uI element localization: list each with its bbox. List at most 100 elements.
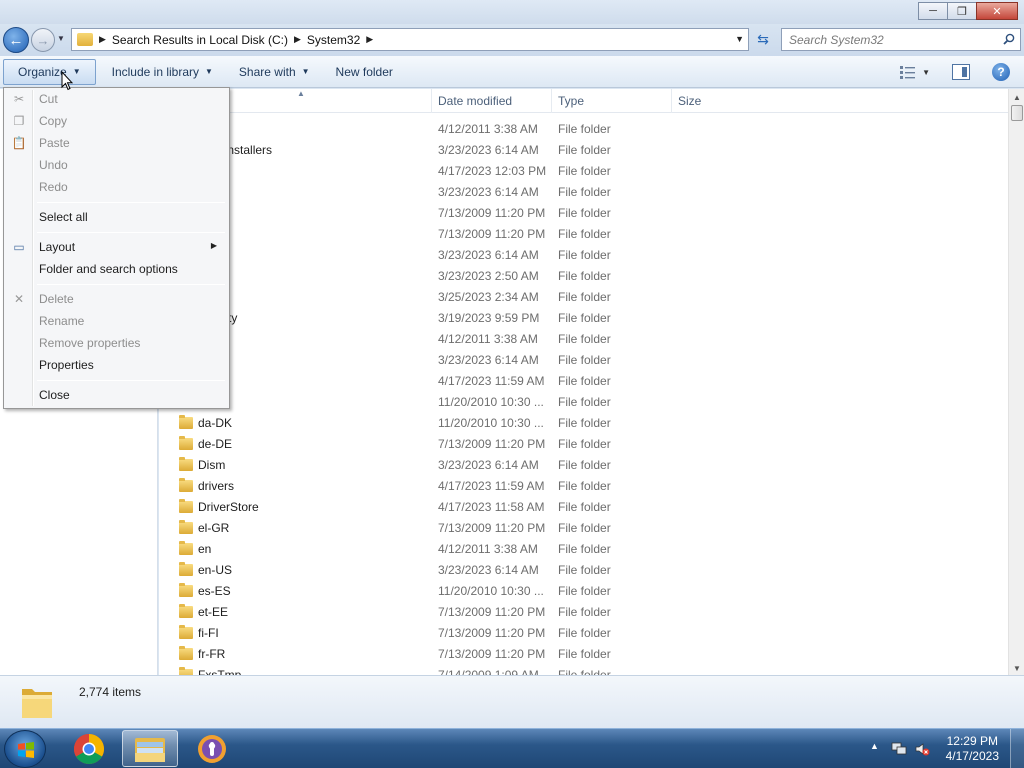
back-button[interactable]: ← <box>3 27 29 53</box>
menu-item-paste[interactable]: 📋 Paste <box>6 132 227 154</box>
explorer-icon <box>135 737 165 762</box>
command-bar: Organize ▼ Include in library ▼ Share wi… <box>0 56 1024 88</box>
row-type: File folder <box>558 227 611 241</box>
organize-button[interactable]: Organize ▼ <box>3 58 96 85</box>
new-folder-button[interactable]: New folder <box>326 59 403 85</box>
row-name: de-DE <box>198 437 233 451</box>
breadcrumb-separator-icon[interactable]: ▶ <box>294 34 301 45</box>
breadcrumb-system32[interactable]: System32 <box>307 33 360 47</box>
start-button[interactable] <box>4 730 46 768</box>
search-input[interactable] <box>782 32 992 47</box>
include-in-library-button[interactable]: Include in library ▼ <box>102 59 223 85</box>
menu-item-cut[interactable]: ✂ Cut <box>6 88 227 110</box>
change-view-icon[interactable] <box>898 64 918 80</box>
row-date-modified: 4/17/2023 11:58 AM <box>438 500 545 514</box>
menu-item-label: Undo <box>39 158 68 172</box>
table-row[interactable]: fr-FR 7/13/2009 11:20 PM File folder <box>159 644 1009 665</box>
address-bar[interactable]: ▶ Search Results in Local Disk (C:) ▶ Sy… <box>71 28 749 51</box>
breadcrumb-search-results[interactable]: Search Results in Local Disk (C:) <box>112 33 288 47</box>
table-row[interactable]: 3/23/2023 6:14 AM File folder <box>159 245 1009 266</box>
network-icon[interactable] <box>891 741 907 757</box>
folder-icon <box>179 583 193 597</box>
menu-item-layout[interactable]: ▭ Layout ▶ <box>6 236 227 258</box>
folder-icon <box>179 499 193 513</box>
menu-item-delete[interactable]: ✕ Delete <box>6 288 227 310</box>
scroll-down-icon[interactable]: ▼ <box>1013 664 1021 673</box>
menu-item-rename[interactable]: Rename <box>6 310 227 332</box>
table-row[interactable]: 7/13/2009 11:20 PM File folder <box>159 203 1009 224</box>
volume-muted-icon[interactable] <box>914 741 930 757</box>
table-row[interactable]: el-GR 7/13/2009 11:20 PM File folder <box>159 518 1009 539</box>
menu-item-properties[interactable]: Properties <box>6 354 227 376</box>
table-row[interactable]: 11/20/2010 10:30 ... File folder <box>159 392 1009 413</box>
maximize-button[interactable]: ❐ <box>947 2 977 20</box>
menu-item-label: Close <box>39 388 70 402</box>
taskbar-explorer[interactable] <box>122 730 178 767</box>
table-row[interactable]: en 4/12/2011 3:38 AM File folder <box>159 539 1009 560</box>
row-date-modified: 4/12/2011 3:38 AM <box>438 122 538 136</box>
search-icon[interactable] <box>1003 33 1015 45</box>
scroll-thumb[interactable] <box>1011 105 1023 121</box>
table-row[interactable]: de-DE 7/13/2009 11:20 PM File folder <box>159 434 1009 455</box>
folder-icon <box>179 646 193 660</box>
table-row[interactable]: drivers 4/17/2023 11:59 AM File folder <box>159 476 1009 497</box>
recent-pages-dropdown[interactable]: ▼ <box>57 34 65 43</box>
menu-item-remove-properties[interactable]: Remove properties <box>6 332 227 354</box>
menu-separator <box>37 380 225 381</box>
clock[interactable]: 12:29 PM 4/17/2023 <box>946 734 999 764</box>
vertical-scrollbar[interactable]: ▲ ▼ <box>1008 89 1024 675</box>
menu-item-undo[interactable]: Undo <box>6 154 227 176</box>
table-row[interactable]: fi-FI 7/13/2009 11:20 PM File folder <box>159 623 1009 644</box>
menu-item-folder-options[interactable]: Folder and search options <box>6 258 227 280</box>
share-with-button[interactable]: Share with ▼ <box>229 59 320 85</box>
table-row[interactable]: g4/17/2023 11:59 AMFile folder <box>159 371 1009 392</box>
windows-logo-icon <box>18 742 34 758</box>
scroll-up-icon[interactable]: ▲ <box>1013 93 1021 102</box>
menu-item-copy[interactable]: ❐ Copy <box>6 110 227 132</box>
table-row[interactable]: S7/13/2009 11:20 PMFile folder <box>159 224 1009 245</box>
address-dropdown-icon[interactable]: ▼ <box>735 34 744 44</box>
table-row[interactable]: 4/12/2011 3:38 AM File folder <box>159 119 1009 140</box>
help-icon[interactable]: ? <box>992 63 1010 81</box>
table-row[interactable]: ot23/25/2023 2:34 AMFile folder <box>159 287 1009 308</box>
table-row[interactable]: ntegrity3/19/2023 9:59 PMFile folder <box>159 308 1009 329</box>
show-desktop-button[interactable] <box>1010 729 1024 768</box>
preview-pane-icon[interactable] <box>952 64 970 80</box>
column-date-modified[interactable]: Date modified <box>431 89 551 113</box>
breadcrumb-separator-icon[interactable]: ▶ <box>99 34 106 45</box>
menu-item-redo[interactable]: Redo <box>6 176 227 198</box>
row-date-modified: 4/12/2011 3:38 AM <box>438 332 538 346</box>
chrome-icon <box>73 733 105 764</box>
column-type[interactable]: Type <box>551 89 671 113</box>
row-type: File folder <box>558 458 611 472</box>
view-options-chevron-icon[interactable]: ▼ <box>922 68 930 77</box>
refresh-icon[interactable]: ⇆ <box>752 28 774 51</box>
column-size[interactable]: Size <box>671 89 751 113</box>
forward-button[interactable]: → <box>31 28 55 52</box>
row-type: File folder <box>558 122 611 136</box>
table-row[interactable]: et-EE 7/13/2009 11:20 PM File folder <box>159 602 1009 623</box>
folder-icon <box>179 478 193 492</box>
menu-item-close[interactable]: Close <box>6 384 227 406</box>
table-row[interactable]: FxsTmp 7/14/2009 1:09 AM File folder <box>159 665 1009 675</box>
breadcrumb-separator-icon[interactable]: ▶ <box>366 34 373 45</box>
table-row[interactable]: ncedInstallers 3/23/2023 6:14 AM File fold… <box>159 140 1009 161</box>
table-row[interactable]: DriverStore 4/17/2023 11:58 AM File folder <box>159 497 1009 518</box>
taskbar-chrome[interactable] <box>61 730 117 767</box>
folder-icon <box>179 520 193 534</box>
table-row[interactable]: da-DK 11/20/2010 10:30 ... File folder <box>159 413 1009 434</box>
table-row[interactable]: es-ES 11/20/2010 10:30 ... File folder <box>159 581 1009 602</box>
menu-item-select-all[interactable]: Select all <box>6 206 227 228</box>
table-row[interactable]: atTel3/23/2023 6:14 AMFile folder <box>159 350 1009 371</box>
taskbar-app[interactable] <box>184 730 240 767</box>
table-row[interactable]: ot3/23/2023 2:50 AMFile folder <box>159 266 1009 287</box>
close-button[interactable]: ✕ <box>976 2 1018 20</box>
table-row[interactable]: en-US 3/23/2023 6:14 AM File folder <box>159 560 1009 581</box>
minimize-button[interactable]: ─ <box>918 2 948 20</box>
table-row[interactable]: 4/12/2011 3:38 AM File folder <box>159 329 1009 350</box>
table-row[interactable]: Dism 3/23/2023 6:14 AM File folder <box>159 455 1009 476</box>
table-row[interactable]: gmt4/17/2023 12:03 PMFile folder <box>159 161 1009 182</box>
row-date-modified: 7/13/2009 11:20 PM <box>438 437 546 451</box>
table-row[interactable]: iser3/23/2023 6:14 AMFile folder <box>159 182 1009 203</box>
show-hidden-icons-icon[interactable]: ▲ <box>870 741 879 751</box>
